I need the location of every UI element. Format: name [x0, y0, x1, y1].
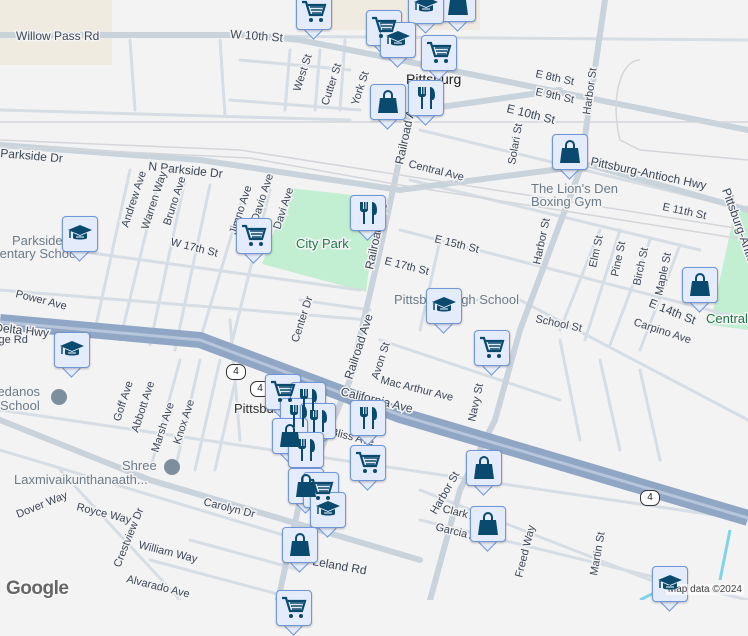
school-marker[interactable] — [380, 22, 416, 68]
grocery-marker[interactable] — [276, 590, 312, 636]
street-label: Birch St — [631, 246, 651, 286]
bag-icon — [375, 89, 401, 115]
street-label: Carolyn Dr — [202, 496, 256, 520]
street-label: E 17th St — [383, 255, 430, 278]
street-label: Freed Way — [513, 524, 538, 579]
street-label: Center Dr — [289, 295, 315, 344]
bag-icon — [445, 0, 471, 17]
cart-icon — [281, 595, 307, 621]
street-label: York St — [349, 70, 371, 107]
street-label: Maple St — [653, 252, 674, 297]
cart-icon — [241, 223, 267, 249]
poi-label: Los Medanos — [0, 384, 41, 399]
restaurant-marker[interactable] — [408, 80, 444, 126]
bag-icon — [287, 532, 313, 558]
fork-knife-icon — [355, 405, 381, 431]
poi-label: Laxmivaikunthanaath... — [14, 472, 148, 487]
fork-knife-icon — [355, 200, 381, 226]
street-label: Goff Ave — [111, 379, 135, 422]
street-label: Central Ave — [407, 158, 465, 183]
cart-icon — [426, 40, 452, 66]
park-label: City Park — [296, 236, 349, 251]
bag-icon — [687, 272, 713, 298]
graduation-cap-icon — [315, 497, 341, 523]
street-label: School St — [534, 313, 583, 335]
graduation-cap-icon — [431, 293, 457, 319]
school-marker[interactable] — [54, 332, 90, 378]
fork-knife-icon — [413, 85, 439, 111]
grocery-marker[interactable] — [296, 0, 332, 40]
shopping-marker[interactable] — [282, 527, 318, 573]
google-logo: Google — [6, 578, 69, 599]
school-marker[interactable] — [426, 288, 462, 334]
street-label: E 11th St — [661, 201, 707, 222]
route-4-shield: 4 — [226, 364, 246, 380]
street-label: Navy St — [466, 382, 486, 422]
graduation-cap-icon — [59, 337, 85, 363]
street-label: West St — [291, 53, 314, 93]
graduation-cap-icon — [657, 571, 683, 597]
street-label: Willow Pass Rd — [16, 29, 99, 43]
street-label: Ridge Rd — [0, 334, 28, 346]
shopping-marker[interactable] — [466, 450, 502, 496]
bag-icon — [557, 139, 583, 165]
grocery-marker[interactable] — [350, 445, 386, 491]
street-label: Davio Ave — [249, 172, 276, 223]
cart-icon — [479, 335, 505, 361]
street-label: Martin St — [588, 531, 607, 576]
shopping-marker[interactable] — [470, 506, 506, 552]
street-label: E 15th St — [433, 233, 480, 256]
shopping-marker[interactable] — [440, 0, 476, 32]
street-label: Elm St — [587, 234, 605, 268]
street-label: Marsh Ave — [149, 401, 176, 454]
grocery-marker[interactable] — [236, 218, 272, 264]
poi-label: School — [0, 398, 40, 413]
restaurant-marker[interactable] — [350, 195, 386, 241]
street-label: E 8th St — [534, 68, 575, 88]
grocery-marker[interactable] — [474, 330, 510, 376]
bag-icon — [475, 511, 501, 537]
street-label: Royce Way — [75, 501, 133, 526]
bag-icon — [471, 455, 497, 481]
shopping-marker[interactable] — [552, 134, 588, 180]
grocery-marker[interactable] — [421, 35, 457, 81]
street-label: Solari St — [506, 122, 525, 165]
street-label: W 10th St — [230, 27, 284, 45]
street-label: Harbor St — [581, 67, 599, 115]
school-marker[interactable] — [652, 566, 688, 612]
shopping-marker[interactable] — [682, 267, 718, 313]
school-poi-icon[interactable] — [51, 389, 67, 405]
fork-knife-icon — [305, 408, 331, 434]
graduation-cap-icon — [385, 27, 411, 53]
street-label: Pine St — [609, 240, 628, 277]
fork-knife-icon — [293, 437, 319, 463]
street-label: Leland Rd — [311, 554, 367, 577]
restaurant-marker[interactable] — [350, 400, 386, 446]
graduation-cap-icon — [67, 221, 93, 247]
park-label: Central Park — [706, 311, 748, 326]
graduation-cap-icon — [413, 0, 439, 19]
street-label: Dover Way — [15, 489, 70, 521]
school-marker[interactable] — [62, 216, 98, 262]
poi-label: Shree — [122, 458, 157, 473]
temple-poi-icon[interactable] — [164, 459, 180, 475]
cart-icon — [301, 0, 327, 25]
cart-icon — [355, 450, 381, 476]
poi-label: Boxing Gym — [531, 194, 602, 209]
street-label: E 9th St — [534, 86, 575, 106]
cart-icon — [270, 379, 296, 405]
route-4-shield: 4 — [640, 490, 660, 506]
shopping-marker[interactable] — [370, 84, 406, 130]
